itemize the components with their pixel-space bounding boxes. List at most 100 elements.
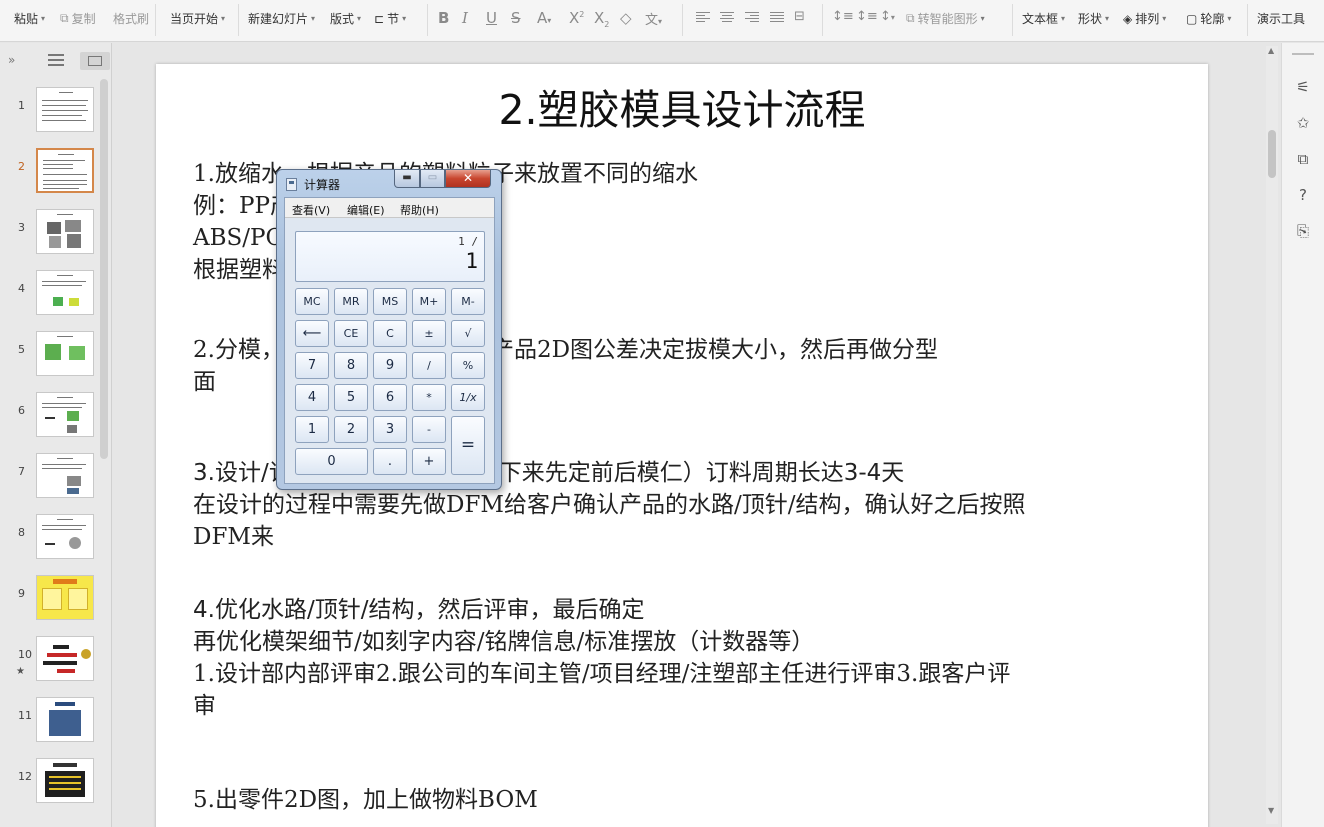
- multiply-button[interactable]: *: [412, 384, 446, 411]
- from-current-slide-button[interactable]: 当页开始 ▾: [170, 10, 225, 27]
- decimal-button[interactable]: .: [373, 448, 407, 475]
- font-color-icon[interactable]: A▾: [537, 9, 551, 27]
- thumbnail-slide-4[interactable]: 4: [0, 270, 100, 316]
- slide-view-icon[interactable]: [80, 52, 110, 70]
- format-painter-button[interactable]: 格式刷: [113, 10, 149, 27]
- scroll-thumb[interactable]: [1268, 130, 1276, 178]
- align-left-icon[interactable]: [696, 12, 710, 24]
- thumbnail-slide-10[interactable]: 10 ★: [0, 636, 100, 682]
- slide-text-line[interactable]: 审: [193, 690, 216, 722]
- slide-text-line[interactable]: DFM来: [193, 521, 274, 553]
- arrange-button[interactable]: ◈ 排列 ▾: [1123, 10, 1166, 27]
- copy-button[interactable]: ⧉ 复制: [60, 10, 96, 27]
- equals-button[interactable]: =: [451, 416, 485, 475]
- menu-edit[interactable]: 编辑(E): [347, 202, 385, 218]
- digit-7-button[interactable]: 7: [295, 352, 329, 379]
- outline-view-icon[interactable]: [48, 54, 64, 68]
- textbox-button[interactable]: 文本框 ▾: [1022, 10, 1065, 27]
- distribute-icon[interactable]: ⊟: [794, 9, 805, 24]
- clear-button[interactable]: C: [373, 320, 407, 347]
- bold-icon[interactable]: B: [438, 9, 449, 27]
- slide-text-line[interactable]: 4.优化水路/顶针/结构，然后评审，最后确定: [193, 594, 644, 626]
- thumbnail-slide-9[interactable]: 9: [0, 575, 100, 621]
- paste-button[interactable]: 粘贴 ▾: [14, 10, 45, 27]
- expand-pane-icon[interactable]: »: [8, 53, 15, 67]
- menu-help[interactable]: 帮助(H): [400, 202, 439, 218]
- ms-button[interactable]: MS: [373, 288, 407, 315]
- divide-button[interactable]: /: [412, 352, 446, 379]
- maximize-button[interactable]: ▭: [420, 170, 445, 188]
- paragraph-spacing-icon[interactable]: ↕≡: [856, 9, 878, 24]
- new-slide-button[interactable]: 新建幻灯片 ▾: [248, 10, 315, 27]
- align-center-icon[interactable]: [720, 12, 734, 24]
- help-icon[interactable]: ?: [1293, 185, 1313, 205]
- smart-shape-button[interactable]: ⧉ 转智能图形 ▾: [906, 10, 985, 27]
- canvas-scrollbar[interactable]: ▲ ▼: [1266, 46, 1278, 824]
- slide-title[interactable]: 2.塑胶模具设计流程: [156, 76, 1208, 136]
- ce-button[interactable]: CE: [334, 320, 368, 347]
- phonetic-icon[interactable]: 文▾: [645, 9, 662, 28]
- indent-icon[interactable]: ↕▾: [880, 9, 895, 24]
- thumbnail-slide-6[interactable]: 6: [0, 392, 100, 438]
- align-right-icon[interactable]: [745, 12, 759, 24]
- present-tools-button[interactable]: 演示工具: [1257, 10, 1305, 27]
- subtract-button[interactable]: -: [412, 416, 446, 443]
- underline-icon[interactable]: U: [486, 9, 497, 27]
- digit-4-button[interactable]: 4: [295, 384, 329, 411]
- animation-icon[interactable]: ✩: [1293, 113, 1313, 133]
- thumbnail-slide-12[interactable]: 12: [0, 758, 100, 804]
- minimize-button[interactable]: ▬: [394, 170, 420, 188]
- digit-5-button[interactable]: 5: [334, 384, 368, 411]
- mc-button[interactable]: MC: [295, 288, 329, 315]
- backspace-button[interactable]: ⟵: [295, 320, 329, 347]
- add-button[interactable]: +: [412, 448, 446, 475]
- menu-view[interactable]: 查看(V): [292, 202, 330, 218]
- plus-minus-button[interactable]: ±: [412, 320, 446, 347]
- digit-6-button[interactable]: 6: [373, 384, 407, 411]
- thumbnail-slide-7[interactable]: 7: [0, 453, 100, 499]
- italic-icon[interactable]: I: [462, 9, 468, 27]
- thumbnail-slide-5[interactable]: 5: [0, 331, 100, 377]
- subscript-icon[interactable]: X2: [594, 9, 609, 29]
- thumbnail-slide-8[interactable]: 8: [0, 514, 100, 560]
- clear-format-icon[interactable]: ◇: [620, 9, 632, 27]
- digit-3-button[interactable]: 3: [373, 416, 407, 443]
- strikethrough-icon[interactable]: S: [511, 9, 521, 27]
- calculator-titlebar[interactable]: 计算器 ▬ ▭ ✕: [277, 170, 501, 196]
- justify-icon[interactable]: [770, 12, 784, 24]
- outline-button[interactable]: ▢ 轮廓 ▾: [1186, 10, 1231, 27]
- slide-text-line[interactable]: 在设计的过程中需要先做DFM给客户确认产品的水路/顶针/结构，确认好之后按照: [193, 489, 1025, 521]
- thumbnail-slide-1[interactable]: 1: [0, 87, 100, 133]
- superscript-icon[interactable]: X2: [569, 9, 584, 27]
- close-button[interactable]: ✕: [445, 170, 491, 188]
- scroll-down-icon[interactable]: ▼: [1268, 806, 1274, 815]
- digit-9-button[interactable]: 9: [373, 352, 407, 379]
- digit-2-button[interactable]: 2: [334, 416, 368, 443]
- pane-scrollbar[interactable]: [100, 79, 108, 459]
- slide-text-line[interactable]: 再优化模架细节/如刻字内容/铭牌信息/标准摆放（计数器等）: [193, 626, 814, 658]
- m-plus-button[interactable]: M+: [412, 288, 446, 315]
- slide-text-line[interactable]: 5.出零件2D图，加上做物料BOM: [193, 784, 538, 816]
- calculator-window[interactable]: 计算器 ▬ ▭ ✕ 查看(V) 编辑(E) 帮助(H) 1 / 1 MC MR …: [276, 169, 502, 490]
- mr-button[interactable]: MR: [334, 288, 368, 315]
- percent-button[interactable]: %: [451, 352, 485, 379]
- digit-8-button[interactable]: 8: [334, 352, 368, 379]
- reciprocal-button[interactable]: 1/x: [451, 384, 485, 411]
- line-spacing-icon[interactable]: ↕≡: [832, 9, 854, 24]
- shape-button[interactable]: 形状 ▾: [1078, 10, 1109, 27]
- slide-text-line[interactable]: 面: [193, 366, 216, 398]
- backup-icon[interactable]: ⎘: [1293, 221, 1313, 241]
- slide-text-line[interactable]: 根据塑料: [193, 254, 285, 286]
- slide-text-line[interactable]: 1.设计部内部评审2.跟公司的车间主管/项目经理/注塑部主任进行评审3.跟客户评: [193, 658, 1010, 690]
- sqrt-button[interactable]: √: [451, 320, 485, 347]
- thumbnail-slide-2[interactable]: 2: [0, 148, 100, 194]
- section-button[interactable]: ⊏ 节 ▾: [374, 10, 406, 27]
- transition-icon[interactable]: ⧉: [1293, 149, 1313, 169]
- m-minus-button[interactable]: M-: [451, 288, 485, 315]
- digit-0-button[interactable]: 0: [295, 448, 368, 475]
- thumbnail-slide-3[interactable]: 3: [0, 209, 100, 255]
- thumbnail-slide-11[interactable]: 11: [0, 697, 100, 743]
- digit-1-button[interactable]: 1: [295, 416, 329, 443]
- scroll-up-icon[interactable]: ▲: [1268, 46, 1274, 55]
- properties-icon[interactable]: ⚟: [1293, 77, 1313, 97]
